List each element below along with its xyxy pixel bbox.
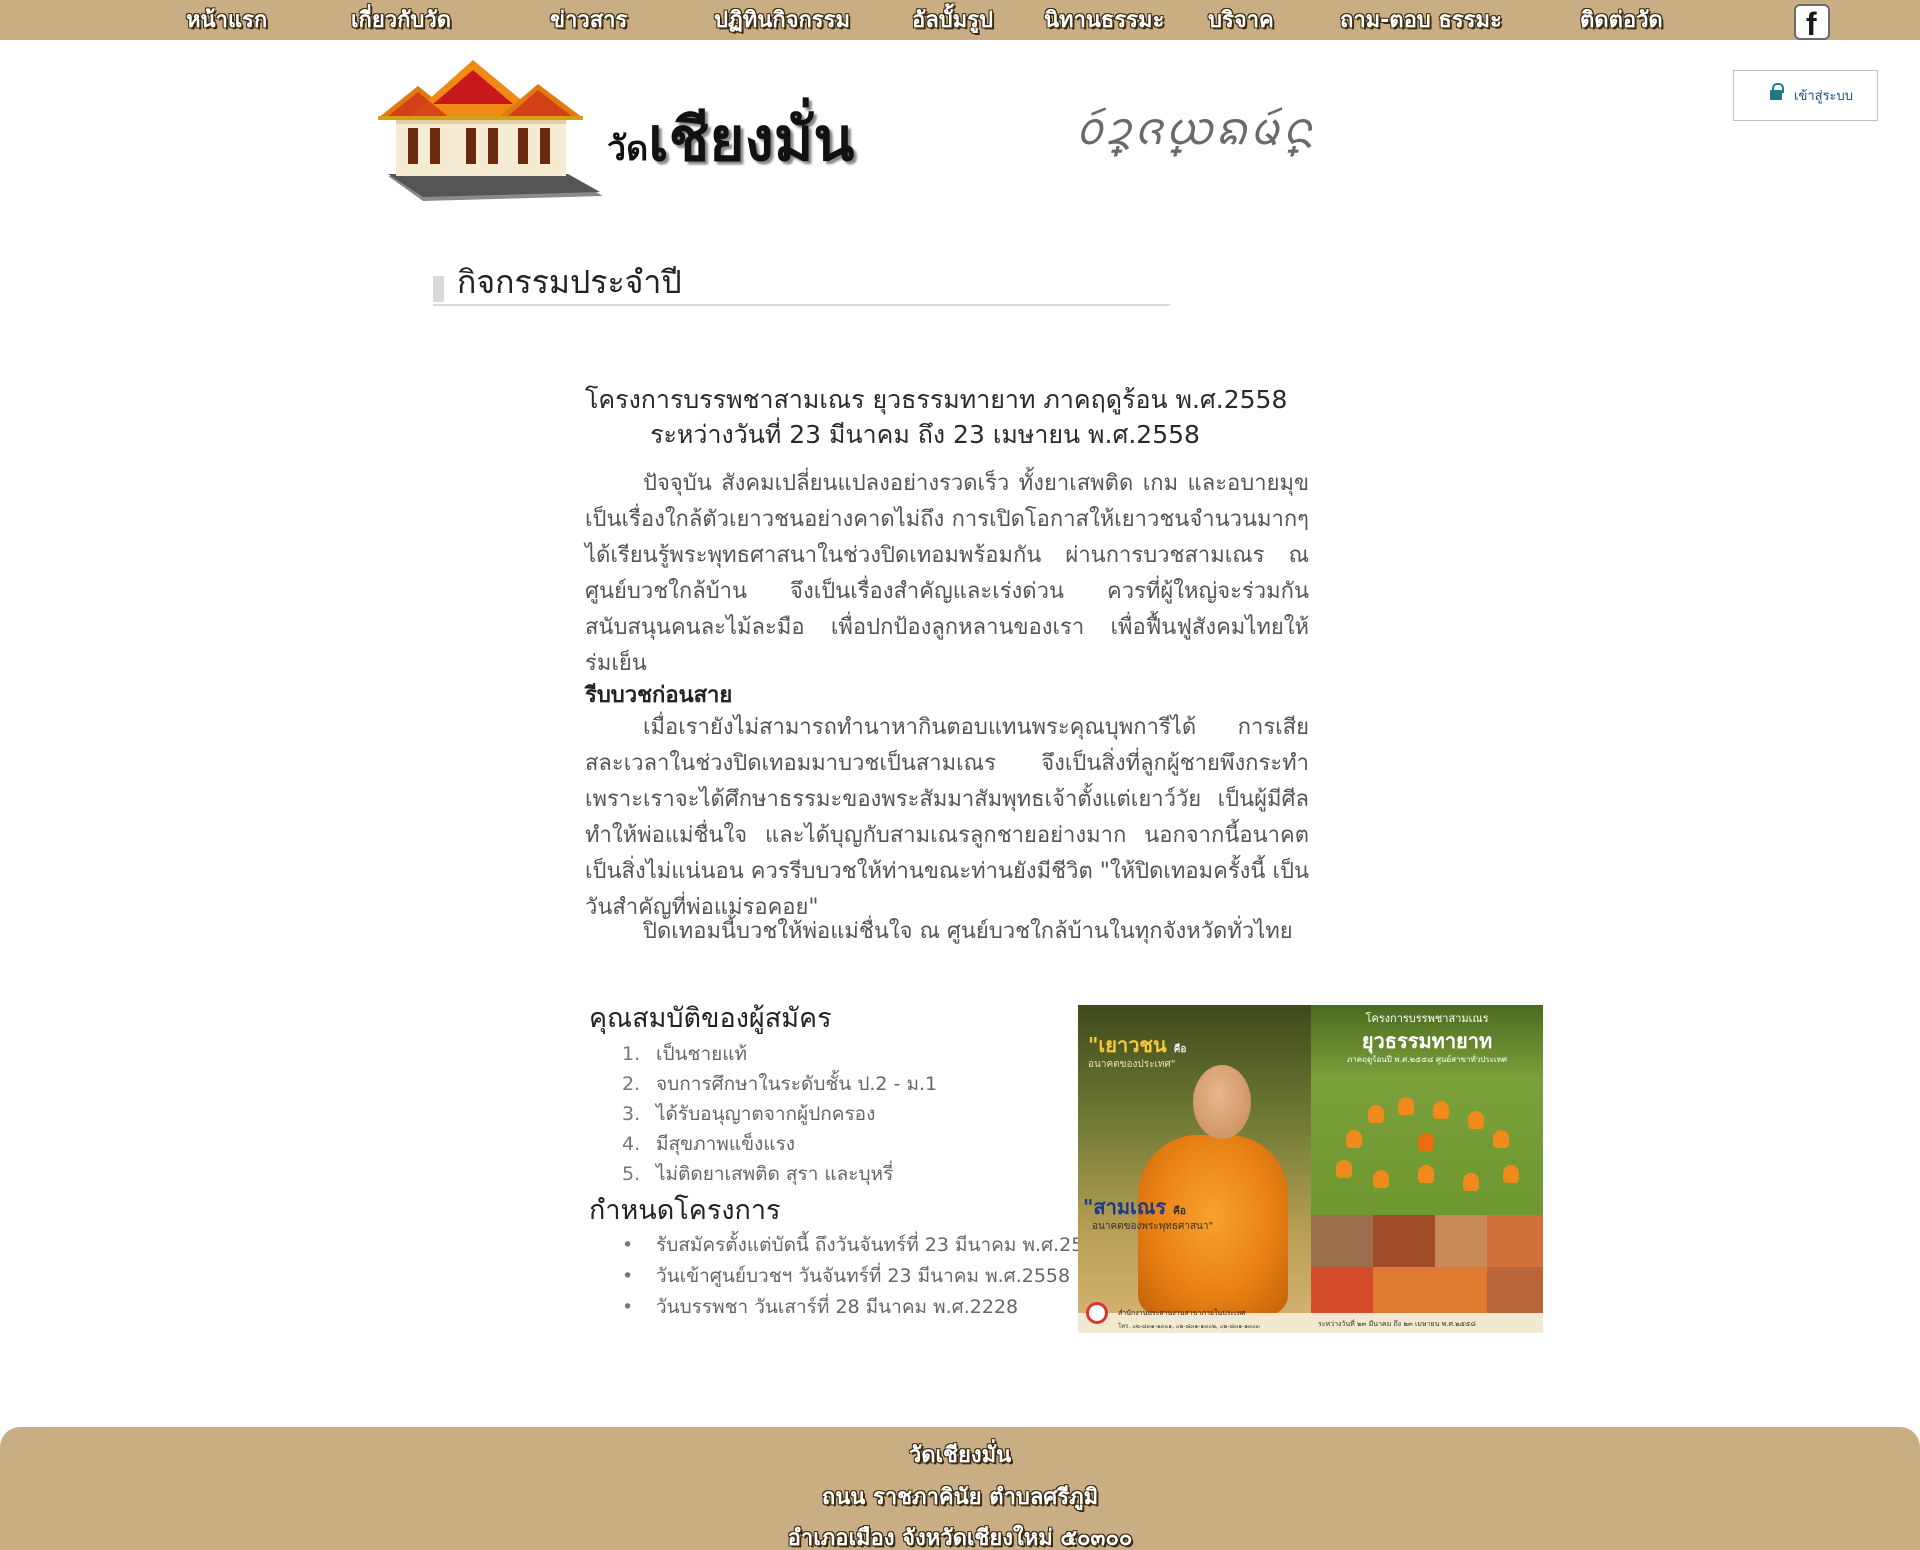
- section-divider: [433, 304, 1170, 306]
- poster-photo-tile: [1311, 1215, 1373, 1267]
- schedule-title: กำหนดโครงการ: [589, 1195, 781, 1226]
- list-item: 5. ไม่ติดยาเสพติด สุรา และบุหรี่: [622, 1159, 893, 1189]
- sitting-novice-figure: [1373, 1170, 1389, 1188]
- site-footer: วัดเชียงมั่น ถนน ราชภาคินัย ตำบลศรีภูมิ …: [0, 1427, 1920, 1550]
- poster-org-line: สำนักงานประสานงานสาขาภายในประเทศ: [1118, 1309, 1246, 1317]
- article-paragraph-reason: เมื่อเรายังไม่สามารถทำนาหากินตอบแทนพระคุ…: [585, 710, 1309, 926]
- nav-item-home[interactable]: หน้าแรก: [186, 0, 267, 40]
- article-dateline: ระหว่างวันที่ 23 มีนาคม ถึง 23 เมษายน พ.…: [650, 420, 1200, 449]
- list-marker: 4.: [622, 1133, 641, 1155]
- list-text: รับสมัครตั้งแต่บัดนี้ ถึงวันจันทร์ที่ 23…: [656, 1234, 1108, 1256]
- poster-project-sub: ภาคฤดูร้อนปี พ.ศ.๒๕๕๘ ศูนย์สาขาทั่วประเท…: [1347, 1055, 1507, 1064]
- paragraph-text: เมื่อเรายังไม่สามารถทำนาหากินตอบแทนพระคุ…: [585, 715, 1309, 920]
- nav-item-donate[interactable]: บริจาค: [1208, 0, 1274, 40]
- sitting-novice-figure: [1433, 1101, 1449, 1119]
- novice-ordination-poster[interactable]: "เยาวชน คือ อนาคตของประเทศ" "สามเณร คือ …: [1078, 1005, 1543, 1333]
- article-paragraph-closing: ปิดเทอมนี้บวชให้พ่อแม่ชื่นใจ ณ ศูนย์บวชใ…: [585, 914, 1309, 950]
- login-button[interactable]: เข้าสู่ระบบ: [1733, 70, 1878, 121]
- sitting-novice-figure: [1493, 1130, 1509, 1148]
- list-text: วันเข้าศูนย์บวชฯ วันจันทร์ที่ 23 มีนาคม …: [656, 1265, 1071, 1287]
- top-navigation: หน้าแรก เกี่ยวกับวัด ข่าวสาร ปฏิทินกิจกร…: [0, 0, 1920, 42]
- poster-date-line: ระหว่างวันที่ ๒๓ มีนาคม ถึง ๒๓ เมษายน พ.…: [1318, 1320, 1476, 1328]
- bullet-marker: •: [622, 1265, 634, 1287]
- sitting-novice-figure: [1336, 1160, 1352, 1178]
- sitting-novice-figure: [1398, 1097, 1414, 1115]
- poster-quote-1-line2: อนาคตของประเทศ": [1088, 1059, 1176, 1070]
- sitting-novice-figure: [1418, 1133, 1434, 1151]
- list-item: 4. มีสุขภาพแข็งแรง: [622, 1129, 795, 1159]
- poster-photo-tile: [1435, 1215, 1487, 1267]
- nav-item-album[interactable]: อัลบั้มรูป: [912, 0, 993, 40]
- nav-item-contact[interactable]: ติดต่อวัด: [1580, 0, 1663, 40]
- list-text: วันบรรพชา วันเสาร์ที่ 28 มีนาคม พ.ศ.2228: [656, 1296, 1019, 1318]
- footer-temple-name: วัดเชียงมั่น: [908, 1443, 1012, 1468]
- logo-name: เชียงมั่น: [648, 105, 855, 175]
- paragraph-text: ปัจจุบัน สังคมเปลี่ยนแปลงอย่างรวดเร็ว ทั…: [585, 471, 1309, 676]
- nav-item-news[interactable]: ข่าวสาร: [550, 0, 627, 40]
- list-text: เป็นชายแท้: [656, 1043, 748, 1065]
- site-logo-text[interactable]: วัดเชียงมั่น: [607, 92, 854, 187]
- lock-icon: [1770, 83, 1784, 102]
- footer-address-street: ถนน ราชภาคินัย ตำบลศรีภูมิ: [821, 1485, 1099, 1510]
- sitting-novice-figure: [1463, 1173, 1479, 1191]
- sitting-novice-figure: [1468, 1111, 1484, 1129]
- list-text: ได้รับอนุญาตจากผู้ปกครอง: [656, 1103, 876, 1125]
- nav-item-about[interactable]: เกี่ยวกับวัด: [351, 0, 451, 40]
- article-headline: โครงการบรรพชาสามเณร ยุวธรรมทายาท ภาคฤดูร…: [585, 385, 1288, 414]
- footer-address-district: อำเภอเมือง จังหวัดเชียงใหม่ ๕๐๓๐๐: [787, 1526, 1133, 1550]
- qualifications-title: คุณสมบัติของผู้สมัคร: [589, 1003, 832, 1034]
- login-label: เข้าสู่ระบบ: [1794, 89, 1854, 104]
- list-marker: 3.: [622, 1103, 641, 1125]
- list-text: ไม่ติดยาเสพติด สุรา และบุหรี่: [656, 1163, 894, 1185]
- list-item: 2. จบการศึกษาในระดับชั้น ป.2 - ม.1: [622, 1069, 937, 1099]
- article-subheading: รีบบวชก่อนสาย: [585, 683, 733, 708]
- poster-photo-tile: [1373, 1215, 1435, 1267]
- nav-item-calendar[interactable]: ปฏิทินกิจกรรม: [714, 0, 850, 40]
- temple-logo-icon[interactable]: [378, 56, 608, 206]
- poster-photo-tile: [1487, 1215, 1543, 1267]
- section-marker: [433, 276, 444, 302]
- sitting-novice-figure: [1503, 1165, 1519, 1183]
- article-paragraph-intro: ปัจจุบัน สังคมเปลี่ยนแปลงอย่างรวดเร็ว ทั…: [585, 466, 1309, 682]
- list-item: 1. เป็นชายแท้: [622, 1039, 747, 1069]
- page-title: กิจกรรมประจำปี: [457, 263, 682, 301]
- list-marker: 5.: [622, 1163, 641, 1185]
- monk-head-figure: [1193, 1065, 1251, 1139]
- facebook-icon[interactable]: f: [1794, 4, 1830, 42]
- lanna-script-logo: ᩅᩢ᩠ᨯᨩ᩠ᨿᨦᨾᩢ᩠ᨶ: [1075, 101, 1315, 155]
- facebook-glyph: f: [1806, 6, 1817, 42]
- poster-phone-line: โทร. ๐๒-๘๓๑-๑๓๐๑, ๐๒-๘๓๑-๑๓๐๒, ๐๒-๘๓๑-๑๓…: [1118, 1323, 1260, 1330]
- sitting-novice-figure: [1418, 1165, 1434, 1183]
- nav-item-dharma-tales[interactable]: นิทานธรรมะ: [1044, 0, 1164, 40]
- list-item: • วันเข้าศูนย์บวชฯ วันจันทร์ที่ 23 มีนาคม…: [622, 1261, 1070, 1291]
- organization-emblem-icon: [1086, 1302, 1108, 1324]
- list-item: • รับสมัครตั้งแต่บัดนี้ ถึงวันจันทร์ที่ 2…: [622, 1230, 1107, 1260]
- list-text: มีสุขภาพแข็งแรง: [656, 1133, 796, 1155]
- sitting-novice-figure: [1346, 1130, 1362, 1148]
- bullet-marker: •: [622, 1234, 634, 1256]
- list-marker: 2.: [622, 1073, 641, 1095]
- nav-item-qa[interactable]: ถาม-ตอบ ธรรมะ: [1340, 0, 1502, 40]
- list-marker: 1.: [622, 1043, 641, 1065]
- sitting-novice-figure: [1368, 1105, 1384, 1123]
- list-item: • วันบรรพชา วันเสาร์ที่ 28 มีนาคม พ.ศ.222…: [622, 1292, 1018, 1322]
- list-item: 3. ได้รับอนุญาตจากผู้ปกครอง: [622, 1099, 875, 1129]
- list-text: จบการศึกษาในระดับชั้น ป.2 - ม.1: [656, 1073, 938, 1095]
- poster-quote-2-line2: อนาคตของพระพุทธศาสนา": [1092, 1221, 1214, 1232]
- paragraph-text: ปิดเทอมนี้บวชให้พ่อแม่ชื่นใจ ณ ศูนย์บวชใ…: [643, 919, 1293, 944]
- logo-prefix: วัด: [607, 129, 649, 169]
- bullet-marker: •: [622, 1296, 634, 1318]
